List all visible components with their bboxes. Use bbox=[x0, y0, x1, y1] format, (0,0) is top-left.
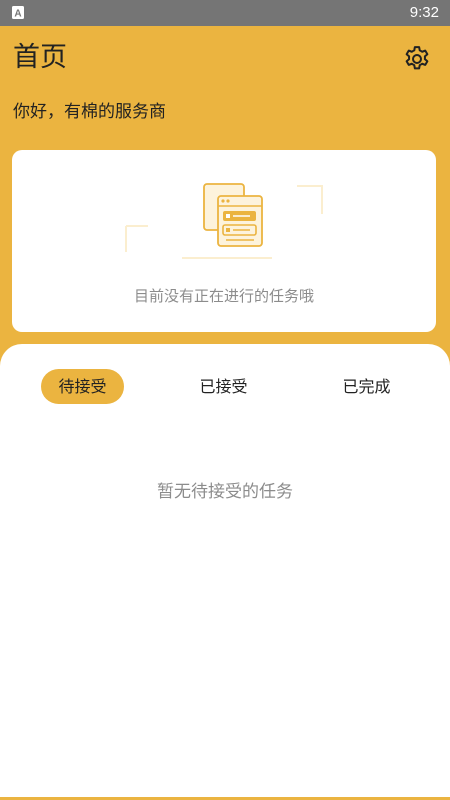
settings-button[interactable] bbox=[399, 41, 435, 77]
tab-completed[interactable]: 已完成 bbox=[325, 369, 408, 404]
documents-illustration-icon bbox=[125, 183, 323, 259]
current-task-card: 目前没有正在进行的任务哦 bbox=[12, 150, 436, 332]
tasks-panel: 待接受 已接受 已完成 暂无待接受的任务 bbox=[0, 344, 450, 797]
gear-icon bbox=[405, 46, 429, 70]
svg-text:A: A bbox=[14, 9, 21, 20]
no-current-task-message: 目前没有正在进行的任务哦 bbox=[133, 287, 314, 305]
tab-accepted[interactable]: 已接受 bbox=[182, 369, 265, 404]
status-bar: A 9:32 bbox=[0, 0, 450, 26]
app-notification-icon: A bbox=[12, 6, 24, 19]
greeting-text: 你好，有棉的服务商 bbox=[13, 102, 166, 122]
status-time: 9:32 bbox=[409, 4, 439, 21]
no-pending-tasks-message: 暂无待接受的任务 bbox=[157, 482, 293, 502]
tab-pending[interactable]: 待接受 bbox=[41, 369, 124, 404]
page-title: 首页 bbox=[13, 42, 67, 73]
